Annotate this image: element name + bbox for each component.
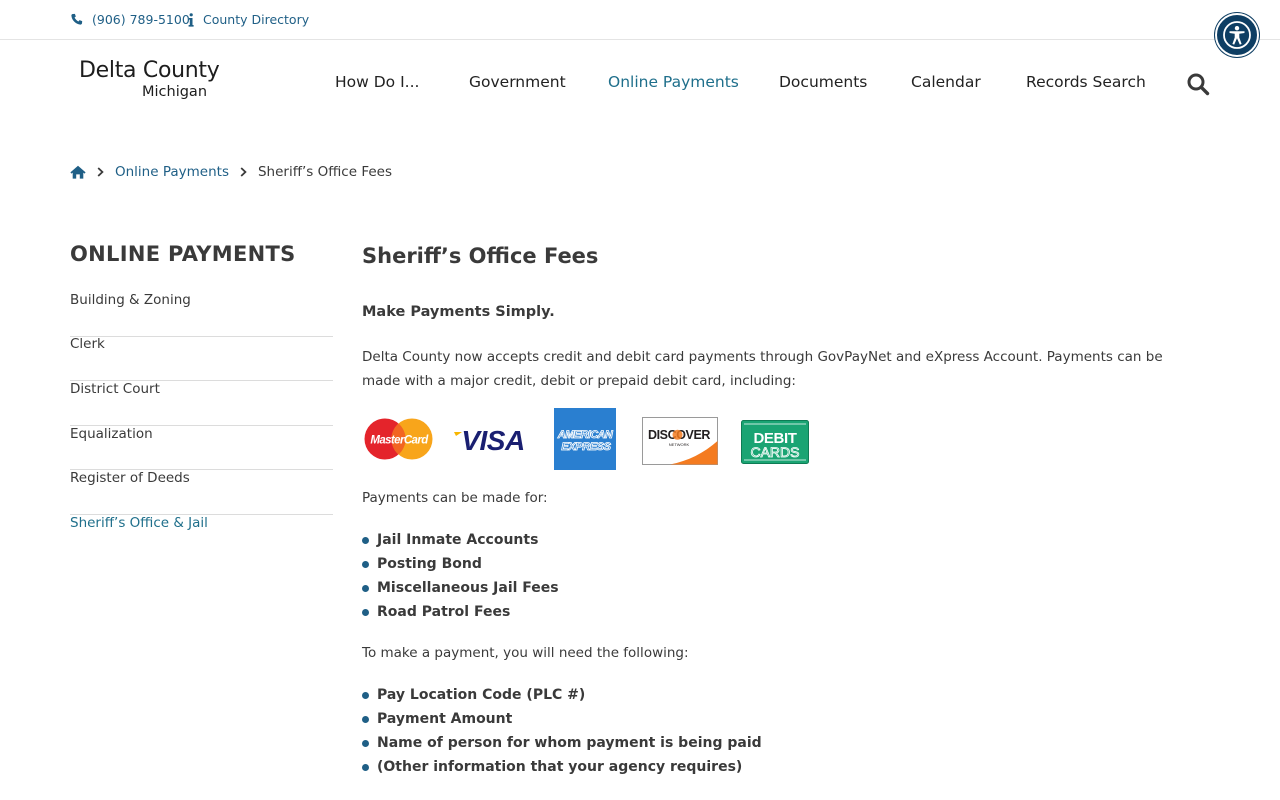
bullet-icon [362,763,369,771]
sidebar-item-building-zoning[interactable]: Building & Zoning [70,292,333,337]
list-item-text: Name of person for whom payment is being… [377,735,762,751]
sidebar-item-register-of-deeds[interactable]: Register of Deeds [70,470,333,515]
chevron-right-icon [240,167,247,177]
list-item-text: Payment Amount [377,711,513,727]
list-item-text: Road Patrol Fees [377,604,511,620]
bullet-icon [362,608,369,616]
site-logo[interactable]: Delta County Michigan [79,58,239,100]
requirements-label: To make a payment, you will need the fol… [362,645,689,661]
list-item-text: Miscellaneous Jail Fees [377,580,559,596]
list-item: Name of person for whom payment is being… [362,731,762,755]
intro-paragraph: Delta County now accepts credit and debi… [362,349,1163,389]
breadcrumb-current: Sheriff’s Office Fees [257,164,393,180]
payments-for-label: Payments can be made for: [362,490,548,506]
mastercard-text: MasterCard [370,435,429,447]
nav-how-do-i[interactable]: How Do I... [335,73,419,91]
requirements-list: Pay Location Code (PLC #) Payment Amount… [362,683,762,779]
list-item-text: Jail Inmate Accounts [377,532,539,548]
search-icon [1187,73,1210,96]
bullet-icon [362,739,369,747]
logo-county-name: Delta County [79,58,220,83]
list-item-text: (Other information that your agency requ… [377,759,743,775]
nav-documents[interactable]: Documents [779,73,867,91]
amex-line2: EXPRESS [561,441,611,453]
list-item: Road Patrol Fees [362,600,559,624]
debit-cards-logo: DEBIT CARDS [741,420,809,464]
list-item: Jail Inmate Accounts [362,528,559,552]
main-content: Sheriff’s Office Fees Make Payments Simp… [362,242,1192,775]
nav-government[interactable]: Government [469,73,566,91]
list-item: (Other information that your agency requ… [362,755,762,779]
list-item: Posting Bond [362,552,559,576]
phone-link[interactable]: (906) 789-5100 [70,12,190,27]
amex-logo: AMERICAN EXPRESS [554,408,616,470]
sidebar-item-label: Clerk [70,335,105,352]
sidebar-item-equalization[interactable]: Equalization [70,425,333,470]
sidebar-title: ONLINE PAYMENTS [70,242,296,266]
home-icon [70,165,86,179]
breadcrumb-home[interactable] [70,165,86,179]
accessibility-button[interactable] [1215,13,1259,57]
list-item-text: Pay Location Code (PLC #) [377,687,586,703]
bullet-icon [362,536,369,544]
sidebar-item-sheriffs-office-jail[interactable]: Sheriff’s Office & Jail [70,515,333,560]
bullet-icon [362,691,369,699]
accessibility-icon [1223,21,1251,49]
nav-online-payments[interactable]: Online Payments [608,73,739,91]
bullet-icon [362,715,369,723]
chevron-right-icon [97,167,104,177]
nav-records-search[interactable]: Records Search [1026,73,1146,91]
amex-line1: AMERICAN [557,429,614,441]
list-item: Miscellaneous Jail Fees [362,576,559,600]
sidebar-item-label: District Court [70,381,160,397]
search-button[interactable] [1186,72,1210,96]
top-utility-bar: (906) 789-5100 County Directory [0,0,1280,40]
breadcrumb: Online Payments Sheriff’s Office Fees [70,164,392,180]
bullet-icon [362,584,369,592]
payments-for-list: Jail Inmate Accounts Posting Bond Miscel… [362,528,559,624]
page-title: Sheriff’s Office Fees [362,244,599,268]
list-item-text: Posting Bond [377,556,482,572]
logo-state-name: Michigan [142,84,208,100]
discover-sub: NETWORK [669,442,690,447]
debit-line2: CARDS [750,444,799,460]
county-directory-label: County Directory [203,12,310,27]
sidebar: ONLINE PAYMENTS Building & Zoning Clerk … [70,242,333,559]
county-directory-link[interactable]: County Directory [188,12,309,27]
sidebar-item-district-court[interactable]: District Court [70,381,333,426]
sidebar-item-clerk[interactable]: Clerk [70,335,333,381]
section-subheading: Make Payments Simply. [362,304,555,320]
visa-text: VISA [461,425,524,456]
phone-number: (906) 789-5100 [92,12,190,27]
mastercard-logo: MasterCard [364,418,433,460]
visa-logo: VISA [454,425,525,456]
list-item: Payment Amount [362,707,762,731]
info-icon [188,12,194,27]
nav-calendar[interactable]: Calendar [911,73,981,91]
list-item: Pay Location Code (PLC #) [362,683,762,707]
breadcrumb-online-payments[interactable]: Online Payments [115,164,229,180]
phone-icon [71,13,83,25]
sidebar-item-label: Sheriff’s Office & Jail [70,514,208,531]
sidebar-item-label: Equalization [70,425,153,442]
bullet-icon [362,560,369,568]
sidebar-item-label: Register of Deeds [70,470,190,486]
sidebar-item-label: Building & Zoning [70,292,191,308]
discover-logo: DISCOVER NETWORK [642,417,718,465]
